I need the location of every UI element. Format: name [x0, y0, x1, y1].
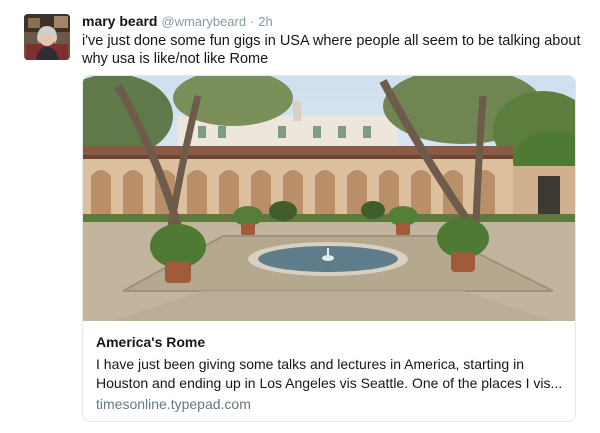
author-handle[interactable]: @wmarybeard	[161, 14, 246, 29]
card-description: I have just been giving some talks and l…	[96, 356, 563, 391]
card-title[interactable]: America's Rome	[96, 334, 205, 350]
link-preview-card[interactable]: America's Rome I have just been giving s…	[82, 75, 576, 422]
tweet-timestamp[interactable]: 2h	[258, 14, 272, 29]
tweet-text: i've just done some fun gigs in USA wher…	[82, 33, 581, 67]
card-domain[interactable]: timesonline.typepad.com	[96, 396, 251, 412]
avatar[interactable]	[24, 14, 70, 60]
avatar-image	[24, 14, 70, 60]
tweet-header: mary beard @wmarybeard · 2h	[82, 12, 273, 31]
separator-dot: ·	[250, 14, 255, 29]
card-image	[83, 76, 575, 321]
author-name[interactable]: mary beard	[82, 13, 157, 29]
